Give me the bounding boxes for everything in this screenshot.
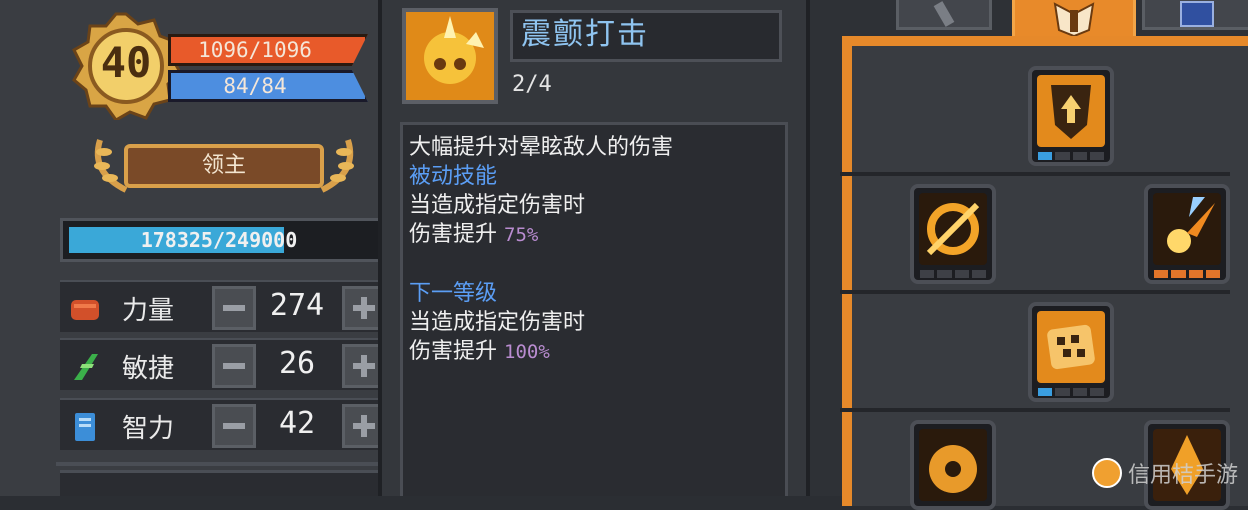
exp-text: 178325/249000 [140, 228, 298, 252]
crescent-strike-skill-icon [919, 193, 987, 265]
title-plate: 领主 [86, 132, 362, 198]
divider [56, 462, 378, 466]
hp-text: 1096/1096 [198, 38, 312, 62]
stat-row-strength: 力量 274 [60, 280, 386, 332]
tremor-strike-skill-icon [1037, 311, 1105, 383]
next-level-label: 下一等级 [409, 281, 498, 306]
skill-description-box: 大幅提升对晕眩敌人的伤害 被动技能 当造成指定伤害时 伤害提升 75% 下一等级… [400, 122, 788, 496]
tremor-strike-skill-icon [406, 12, 494, 100]
stat-row-agility: 敏捷 26 [60, 338, 386, 390]
next-effect-label: 伤害提升 [409, 339, 498, 364]
current-effect: 伤害提升 75% [409, 220, 785, 250]
shield-arrow-skill-icon [1037, 75, 1105, 147]
level-number: 40 [100, 38, 152, 87]
current-effect-value: 75% [504, 224, 539, 246]
stat-row-intelligence: 智力 42 [60, 398, 386, 450]
stat-value: 274 [269, 288, 325, 323]
next-effect: 伤害提升 100% [409, 337, 785, 367]
level-badge: 40 [72, 12, 182, 122]
skill-node[interactable] [1028, 302, 1114, 402]
skill-level-pips [1038, 388, 1104, 396]
tree-divider [840, 172, 1230, 176]
wrench-icon [933, 1, 955, 27]
skill-node[interactable] [910, 420, 996, 510]
flaming-meteor-skill-icon [1153, 193, 1221, 265]
title-text: 领主 [124, 144, 324, 188]
stat-value: 42 [278, 406, 316, 441]
skill-icon [402, 8, 498, 104]
watermark-logo-icon [1092, 458, 1122, 488]
next-stat-row-partial [60, 470, 378, 496]
skill-level: 2/4 [512, 72, 552, 97]
strength-minus-button[interactable] [212, 286, 256, 330]
watermark: 信用桔手游 [1092, 454, 1238, 492]
skill-level-pips [1154, 270, 1220, 278]
tree-divider [840, 408, 1230, 412]
mp-bar: 84/84 [168, 70, 368, 102]
stat-label: 敏捷 [122, 354, 175, 384]
next-condition: 当造成指定伤害时 [409, 310, 586, 335]
character-panel: 40 1096/1096 84/84 领主 178325/249000 力量 2… [0, 0, 386, 496]
next-effect-value: 100% [504, 341, 550, 363]
skill-level-pips [920, 270, 986, 278]
fist-icon [71, 300, 99, 320]
exp-bar: 178325/249000 [60, 218, 378, 262]
chest-icon [1180, 1, 1214, 27]
watermark-text: 信用桔手游 [1128, 463, 1239, 488]
skill-node[interactable] [910, 184, 996, 284]
skill-name: 震颤打击 [510, 10, 782, 62]
green-feather-icon [74, 354, 98, 380]
hp-bar: 1096/1096 [168, 34, 368, 66]
agility-minus-button[interactable] [212, 344, 256, 388]
current-effect-label: 伤害提升 [409, 222, 498, 247]
skill-tree-panel [806, 0, 1248, 510]
skill-node[interactable] [1028, 66, 1114, 166]
tab-wrench[interactable] [896, 0, 992, 30]
skill-type: 被动技能 [409, 164, 498, 189]
stat-label: 智力 [122, 414, 175, 444]
tab-inventory[interactable] [1142, 0, 1248, 30]
tree-divider [840, 290, 1230, 294]
sawblade-skill-icon [919, 429, 987, 501]
mp-text: 84/84 [223, 74, 287, 98]
skill-detail-panel: 震颤打击 2/4 大幅提升对晕眩敌人的伤害 被动技能 当造成指定伤害时 伤害提升… [378, 0, 806, 496]
skill-level-pips [1038, 152, 1104, 160]
crest-icon [1053, 2, 1095, 38]
intelligence-minus-button[interactable] [212, 404, 256, 448]
skill-node[interactable] [1144, 184, 1230, 284]
current-condition: 当造成指定伤害时 [409, 193, 586, 218]
stat-label: 力量 [122, 296, 175, 326]
blue-book-icon [75, 413, 95, 441]
stat-value: 26 [278, 346, 316, 381]
skill-description: 大幅提升对晕眩敌人的伤害 [409, 135, 674, 160]
